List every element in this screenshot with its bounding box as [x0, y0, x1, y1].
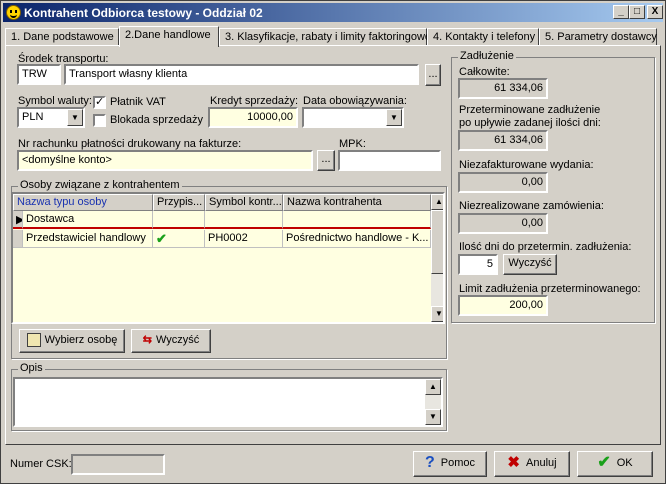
account-label: Nr rachunku płatności drukowany na faktu…	[18, 138, 242, 150]
column-header-symbol[interactable]: Symbol kontr...	[205, 194, 283, 211]
notes-scroll-down-icon[interactable]: ▼	[425, 409, 441, 425]
scroll-up-icon[interactable]: ▲	[431, 194, 443, 210]
persons-grid[interactable]: Nazwa typu osoby Przypis... Symbol kontr…	[11, 192, 445, 324]
notes-textarea[interactable]	[13, 377, 443, 427]
table-row-cell-assigned[interactable]	[153, 211, 205, 229]
tab-contacts[interactable]: 4. Kontakty i telefony	[427, 28, 539, 46]
table-row-cell-symbol[interactable]: PH0002	[205, 230, 283, 248]
smiley-app-icon	[6, 5, 21, 20]
minimize-button[interactable]: _	[613, 5, 629, 19]
table-row-cell-type[interactable]: Dostawca	[23, 211, 153, 229]
select-person-button[interactable]: Wybierz osobę	[19, 329, 125, 353]
debt-total-field: 61 334,06	[458, 78, 548, 99]
clear-persons-button[interactable]: ⇆ Wyczyść	[131, 329, 211, 353]
mpk-field[interactable]	[338, 150, 441, 171]
window-title: Kontrahent Odbiorca testowy - Oddział 02	[24, 6, 263, 20]
tab-basic-data[interactable]: 1. Dane podstawowe	[5, 28, 119, 46]
close-button[interactable]: X	[647, 5, 663, 19]
help-question-icon: ?	[424, 454, 435, 472]
valid-date-dropdown-arrow-icon[interactable]: ▼	[386, 109, 402, 126]
tab-supplier-params[interactable]: 5. Parametry dostawcy	[539, 28, 657, 46]
debt-limit-field[interactable]: 200,00	[458, 295, 548, 316]
column-header-person-type[interactable]: Nazwa typu osoby	[13, 194, 153, 211]
valid-date-label: Data obowiązywania:	[303, 95, 407, 107]
ok-check-icon: ✔	[597, 454, 611, 472]
account-browse-button[interactable]: ...	[317, 150, 335, 171]
debt-uninvoiced-label: Niezafakturowane wydania:	[459, 159, 594, 171]
persons-scrollbar[interactable]: ▲ ▼	[431, 194, 443, 322]
vat-payer-label: Płatnik VAT	[110, 96, 166, 108]
tab-classifications[interactable]: 3. Klasyfikacje, rabaty i limity faktori…	[219, 28, 431, 46]
vat-payer-checkbox[interactable]: ✓	[93, 96, 106, 109]
cancel-x-icon: ✖	[507, 454, 520, 472]
column-header-assigned[interactable]: Przypis...	[153, 194, 205, 211]
debt-overdue-label-2: po upływie zadanej ilości dni:	[459, 117, 601, 129]
scroll-down-icon[interactable]: ▼	[431, 306, 443, 322]
debt-unfulfilled-label: Niezrealizowane zamówienia:	[459, 200, 604, 212]
debt-limit-label: Limit zadłużenia przeterminowanego:	[459, 283, 641, 295]
currency-value: PLN	[22, 111, 44, 123]
maximize-button[interactable]: □	[629, 5, 645, 19]
table-row-cell-type[interactable]: Przedstawiciel handlowy	[23, 230, 153, 248]
ok-button[interactable]: ✔ OK	[577, 451, 653, 477]
select-person-icon	[26, 333, 41, 348]
transport-code-field[interactable]: TRW	[17, 64, 61, 85]
table-row-cell-name[interactable]	[283, 211, 431, 229]
row-indicator-icon: ▶	[13, 211, 23, 229]
notes-scroll-up-icon[interactable]: ▲	[425, 379, 441, 395]
debt-overdue-label-1: Przeterminowane zadłużenie	[459, 104, 601, 116]
csk-field	[71, 454, 165, 475]
column-header-name[interactable]: Nazwa kontrahenta	[283, 194, 431, 211]
cancel-button[interactable]: ✖ Anuluj	[494, 451, 570, 477]
table-row-cell-name[interactable]: Pośrednictwo handlowe - K...	[283, 230, 431, 248]
debt-days-label: Ilość dni do przetermin. zadłużenia:	[459, 241, 632, 253]
debt-days-field[interactable]: 5	[458, 254, 498, 275]
account-field[interactable]: <domyślne konto>	[17, 150, 313, 171]
credit-field[interactable]: 10000,00	[208, 107, 298, 128]
tab-bar: 1. Dane podstawowe 2.Dane handlowe 3. Kl…	[5, 26, 661, 47]
debt-days-clear-button[interactable]: Wyczyść	[503, 254, 557, 275]
help-button[interactable]: ? Pomoc	[413, 451, 487, 477]
row-header	[13, 230, 23, 248]
table-row-cell-symbol[interactable]	[205, 211, 283, 229]
currency-label: Symbol waluty:	[18, 95, 92, 107]
persons-group-label: Osoby związane z kontrahentem	[18, 179, 182, 191]
currency-dropdown-arrow-icon[interactable]: ▼	[67, 109, 83, 126]
debt-unfulfilled-field: 0,00	[458, 213, 548, 234]
sales-block-checkbox[interactable]	[93, 114, 106, 127]
clear-arrows-icon: ⇆	[142, 334, 152, 346]
debt-group-label: Zadłużenie	[458, 50, 516, 62]
notes-scrollbar[interactable]: ▲ ▼	[425, 379, 441, 425]
title-bar[interactable]: Kontrahent Odbiorca testowy - Oddział 02…	[3, 3, 663, 22]
tab-trade-data[interactable]: 2.Dane handlowe	[119, 26, 219, 47]
debt-uninvoiced-field: 0,00	[458, 172, 548, 193]
dialog-window: Kontrahent Odbiorca testowy - Oddział 02…	[0, 0, 666, 484]
credit-label: Kredyt sprzedaży:	[210, 95, 299, 107]
csk-label: Numer CSK:	[10, 458, 72, 470]
sales-block-label: Blokada sprzedaży	[110, 114, 203, 126]
check-icon[interactable]: ✔	[153, 230, 205, 248]
notes-group-label: Opis	[18, 362, 45, 374]
debt-total-label: Całkowite:	[459, 66, 510, 78]
transport-browse-button[interactable]: ...	[425, 64, 441, 86]
transport-name-field[interactable]: Transport własny klienta	[64, 64, 419, 85]
debt-overdue-field: 61 334,06	[458, 130, 548, 151]
scroll-thumb[interactable]	[431, 210, 443, 274]
mpk-label: MPK:	[339, 138, 366, 150]
